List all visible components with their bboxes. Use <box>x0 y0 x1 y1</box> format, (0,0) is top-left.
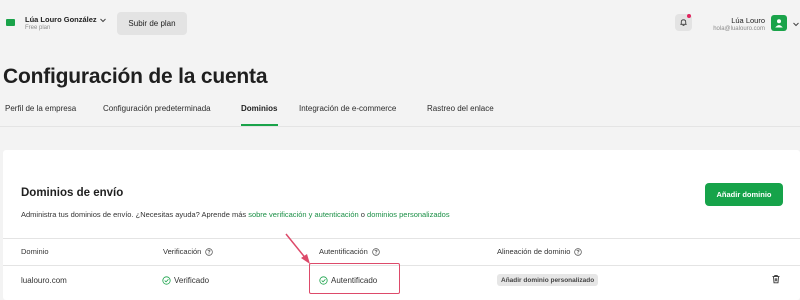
chevron-down-icon[interactable] <box>99 16 107 24</box>
tab-ecommerce-integration[interactable]: Integración de e-commerce <box>299 104 396 113</box>
verification-status: Verificado <box>174 276 210 285</box>
notification-badge <box>687 14 691 18</box>
column-header-verification: Verificación <box>163 247 214 256</box>
annotation-arrow-icon <box>285 233 310 264</box>
tab-company-profile[interactable]: Perfil de la empresa <box>5 104 76 113</box>
info-circle-icon[interactable] <box>205 247 214 256</box>
domain-cell: lualouro.com <box>21 276 67 285</box>
upgrade-plan-button[interactable]: Subir de plan <box>117 12 187 35</box>
column-header-alignment: Alineación de dominio <box>497 247 583 256</box>
table-header-divider <box>3 265 800 266</box>
page-title: Configuración de la cuenta <box>3 65 268 88</box>
column-header-domain: Dominio <box>21 247 49 256</box>
info-circle-icon[interactable] <box>574 247 583 256</box>
description-connector: o <box>358 210 368 219</box>
card-description: Administra tus dominios de envío. ¿Neces… <box>21 210 450 219</box>
tab-domains[interactable]: Dominios <box>241 104 277 113</box>
add-custom-domain-badge[interactable]: Añadir dominio personalizado <box>497 274 599 286</box>
user-icon <box>775 19 783 28</box>
top-bar: Lúa Louro González Free plan Subir de pl… <box>0 0 800 46</box>
custom-domains-help-link[interactable]: dominios personalizados <box>367 210 450 219</box>
tab-default-settings[interactable]: Configuración predeterminada <box>103 104 211 113</box>
column-header-label: Verificación <box>163 247 202 256</box>
avatar[interactable] <box>771 15 787 31</box>
info-circle-icon[interactable] <box>372 247 380 256</box>
column-header-authentication: Autentificación <box>319 247 380 256</box>
tab-link-tracking[interactable]: Rastreo del enlace <box>427 104 494 113</box>
trash-icon[interactable] <box>771 274 781 284</box>
verification-help-link[interactable]: sobre verificación y autenticación <box>248 210 358 219</box>
highlight-box <box>309 263 400 294</box>
description-text: Administra tus dominios de envío. ¿Neces… <box>21 210 249 219</box>
bell-icon <box>680 19 687 27</box>
user-email: hola@lualouro.com <box>713 26 765 32</box>
settings-tabs: Perfil de la empresa Configuración prede… <box>0 96 800 126</box>
column-header-label: Alineación de dominio <box>497 247 571 256</box>
tabs-divider <box>0 126 800 127</box>
account-plan: Free plan <box>25 25 51 31</box>
card-title: Dominios de envío <box>21 187 124 199</box>
chevron-down-icon[interactable] <box>792 20 800 28</box>
check-circle-icon <box>162 276 171 285</box>
sending-domains-card: Dominios de envío Administra tus dominio… <box>3 150 800 300</box>
account-logo-icon <box>6 19 15 26</box>
user-name: Lúa Louro <box>731 16 765 25</box>
column-header-label: Dominio <box>21 247 49 256</box>
column-header-label: Autentificación <box>319 247 368 256</box>
add-domain-button[interactable]: Añadir dominio <box>705 183 783 206</box>
table-divider <box>3 238 800 239</box>
verification-cell: Verificado <box>162 276 209 285</box>
account-name[interactable]: Lúa Louro González <box>25 15 97 24</box>
